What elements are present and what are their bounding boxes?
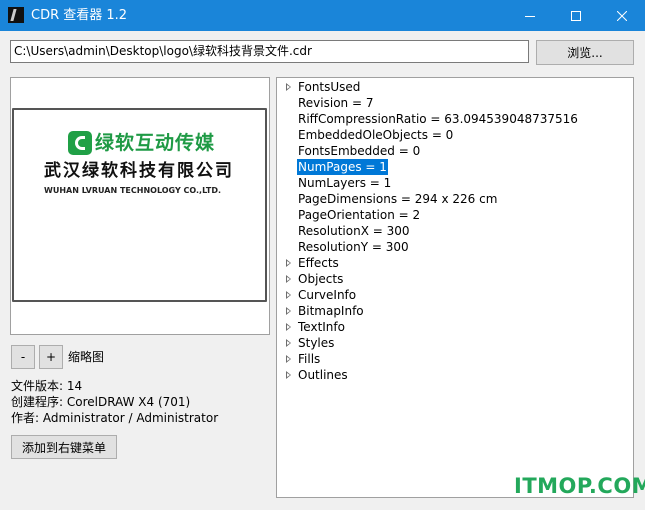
expand-arrow-icon[interactable] [286, 291, 291, 299]
maximize-icon [571, 10, 581, 21]
tree-item-label: RiffCompressionRatio = 63.09453904873751… [298, 112, 578, 126]
tree-item[interactable]: TextInfo [277, 319, 633, 335]
tree-item[interactable]: Outlines [277, 367, 633, 383]
properties-tree[interactable]: FontsUsed Revision = 7 RiffCompressionRati… [276, 77, 634, 498]
close-icon [617, 10, 627, 21]
author-text: 作者: Administrator / Administrator [11, 411, 219, 425]
tree-item[interactable]: FontsUsed [277, 79, 633, 95]
tree-item-label: Outlines [298, 368, 348, 382]
preview-panel: 绿软互动传媒 武汉绿软科技有限公司 WUHAN LVRUAN TECHNOLOG… [10, 77, 270, 335]
expand-arrow-icon[interactable] [286, 355, 291, 363]
tree-item[interactable]: FontsEmbedded = 0 [277, 143, 633, 159]
logo-company-cn: 武汉绿软科技有限公司 [44, 161, 234, 181]
tree-item[interactable]: Revision = 7 [277, 95, 633, 111]
tree-item[interactable]: PageOrientation = 2 [277, 207, 633, 223]
expand-arrow-icon[interactable] [286, 323, 291, 331]
tree-item[interactable]: CurveInfo [277, 287, 633, 303]
title-bar[interactable]: CDR 查看器 1.2 [0, 0, 645, 31]
tree-item[interactable]: ResolutionY = 300 [277, 239, 633, 255]
tree-item-label: PageDimensions = 294 x 226 cm [298, 192, 498, 206]
tree-item-label: EmbeddedOleObjects = 0 [298, 128, 454, 142]
tree-item[interactable]: RiffCompressionRatio = 63.09453904873751… [277, 111, 633, 127]
file-path-input[interactable]: C:\Users\admin\Desktop\logo\绿软科技背景文件.cdr [10, 40, 529, 63]
tree-item-label: PageOrientation = 2 [298, 208, 421, 222]
tree-item[interactable]: Effects [277, 255, 633, 271]
tree-item-label: Fills [298, 352, 321, 366]
tree-item[interactable]: Fills [277, 351, 633, 367]
zoom-out-button[interactable]: - [11, 345, 35, 369]
thumbnail-label: 缩略图 [68, 350, 105, 364]
cdr-preview-image: 绿软互动传媒 武汉绿软科技有限公司 WUHAN LVRUAN TECHNOLOG… [12, 108, 267, 302]
lvruan-logo-icon [68, 131, 92, 155]
minimize-icon [525, 15, 535, 17]
expand-arrow-icon[interactable] [286, 371, 291, 379]
tree-item-label: Objects [298, 272, 344, 286]
tree-item-label: Styles [298, 336, 335, 350]
logo-slogan: 绿软互动传媒 [95, 132, 216, 154]
tree-item[interactable]: PageDimensions = 294 x 226 cm [277, 191, 633, 207]
expand-arrow-icon[interactable] [286, 339, 291, 347]
file-version-text: 文件版本: 14 [11, 379, 83, 393]
add-to-context-menu-button[interactable]: 添加到右键菜单 [11, 435, 117, 459]
expand-arrow-icon[interactable] [286, 83, 291, 91]
tree-item[interactable]: ResolutionX = 300 [277, 223, 633, 239]
tree-item[interactable]: Objects [277, 271, 633, 287]
watermark: ITMOP.COM [514, 474, 645, 498]
cdr-app-icon [8, 7, 24, 23]
tree-item-label: FontsEmbedded = 0 [298, 144, 421, 158]
tree-item-label: ResolutionX = 300 [298, 224, 410, 238]
tree-item[interactable]: EmbeddedOleObjects = 0 [277, 127, 633, 143]
window-title: CDR 查看器 1.2 [31, 8, 128, 23]
expand-arrow-icon[interactable] [286, 307, 291, 315]
maximize-button[interactable] [553, 0, 599, 31]
tree-item-label: FontsUsed [298, 80, 361, 94]
cdr-viewer-window: CDR 查看器 1.2 C:\Users\admin\Desktop\logo\… [0, 0, 645, 510]
tree-item-label: Revision = 7 [298, 96, 374, 110]
logo-company-en: WUHAN LVRUAN TECHNOLOGY CO.,LTD. [44, 186, 222, 195]
tree-item-label: BitmapInfo [298, 304, 364, 318]
tree-item-label: NumLayers = 1 [298, 176, 392, 190]
tree-item[interactable]: NumPages = 1 [277, 159, 633, 175]
tree-item[interactable]: Styles [277, 335, 633, 351]
browse-button[interactable]: 浏览... [536, 40, 634, 65]
tree-item[interactable]: BitmapInfo [277, 303, 633, 319]
tree-item-label: Effects [298, 256, 339, 270]
expand-arrow-icon[interactable] [286, 259, 291, 267]
tree-item-label: ResolutionY = 300 [298, 240, 409, 254]
minimize-button[interactable] [507, 0, 553, 31]
tree-item[interactable]: NumLayers = 1 [277, 175, 633, 191]
creator-text: 创建程序: CorelDRAW X4 (701) [11, 395, 191, 409]
close-button[interactable] [599, 0, 645, 31]
expand-arrow-icon[interactable] [286, 275, 291, 283]
tree-item-label: TextInfo [298, 320, 345, 334]
zoom-in-button[interactable]: + [39, 345, 63, 369]
tree-item-label: CurveInfo [298, 288, 357, 302]
tree-item-label: NumPages = 1 [297, 159, 388, 175]
